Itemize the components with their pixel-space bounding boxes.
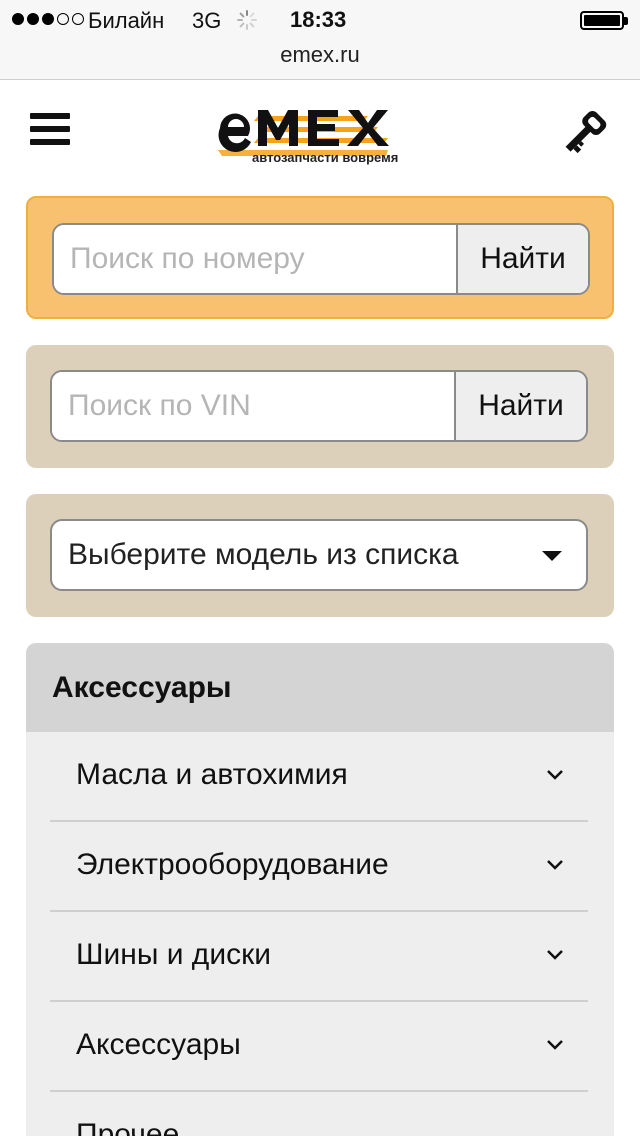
category-item-label: Масла и автохимия <box>76 758 348 791</box>
category-title: Аксессуары <box>26 643 614 732</box>
model-select[interactable]: Выберите модель из списка <box>50 519 588 591</box>
dropdown-caret-icon <box>542 551 562 561</box>
category-item-other[interactable]: Прочее <box>50 1092 588 1136</box>
category-item-tires[interactable]: Шины и диски <box>50 912 588 1002</box>
menu-icon[interactable] <box>30 113 70 149</box>
category-menu: Аксессуары Масла и автохимия Электрообор… <box>26 643 614 1136</box>
signal-strength-icon <box>12 13 84 25</box>
loading-spinner-icon <box>237 10 257 30</box>
site-header: автозапчасти вовремя <box>0 80 640 190</box>
vin-search-panel: Найти <box>26 345 614 468</box>
carrier-name: Билайн <box>88 8 165 33</box>
model-select-value: Выберите модель из списка <box>68 538 459 571</box>
category-item-electrical[interactable]: Электрооборудование <box>50 822 588 912</box>
clock: 18:33 <box>290 7 347 32</box>
chevron-down-icon <box>547 770 563 780</box>
part-number-search-panel: Найти <box>26 196 614 319</box>
part-number-search-button[interactable]: Найти <box>456 225 588 293</box>
chevron-down-icon <box>547 860 563 870</box>
url-bar[interactable]: emex.ru <box>0 42 640 68</box>
chevron-down-icon <box>547 1040 563 1050</box>
model-select-panel: Выберите модель из списка <box>26 494 614 617</box>
chevron-down-icon <box>547 950 563 960</box>
category-item-label: Электрооборудование <box>76 848 389 881</box>
network-type: 3G <box>192 8 222 33</box>
vin-input[interactable] <box>52 372 454 440</box>
category-item-label: Прочее <box>76 1118 180 1136</box>
status-bar: Билайн 3G 18:33 <box>0 0 640 40</box>
vin-search-button[interactable]: Найти <box>454 372 586 440</box>
part-number-search: Найти <box>52 223 590 295</box>
vin-search: Найти <box>50 370 588 442</box>
category-list: Масла и автохимия Электрооборудование Ши… <box>26 732 614 1136</box>
key-icon[interactable] <box>558 108 610 160</box>
category-item-label: Аксессуары <box>76 1028 241 1061</box>
browser-chrome: Билайн 3G 18:33 emex.ru <box>0 0 640 80</box>
category-item-accessories[interactable]: Аксессуары <box>50 1002 588 1092</box>
category-item-oils[interactable]: Масла и автохимия <box>50 732 588 822</box>
logo-tagline: автозапчасти вовремя <box>252 150 399 165</box>
category-item-label: Шины и диски <box>76 938 271 971</box>
part-number-input[interactable] <box>54 225 456 293</box>
battery-icon <box>580 11 628 30</box>
